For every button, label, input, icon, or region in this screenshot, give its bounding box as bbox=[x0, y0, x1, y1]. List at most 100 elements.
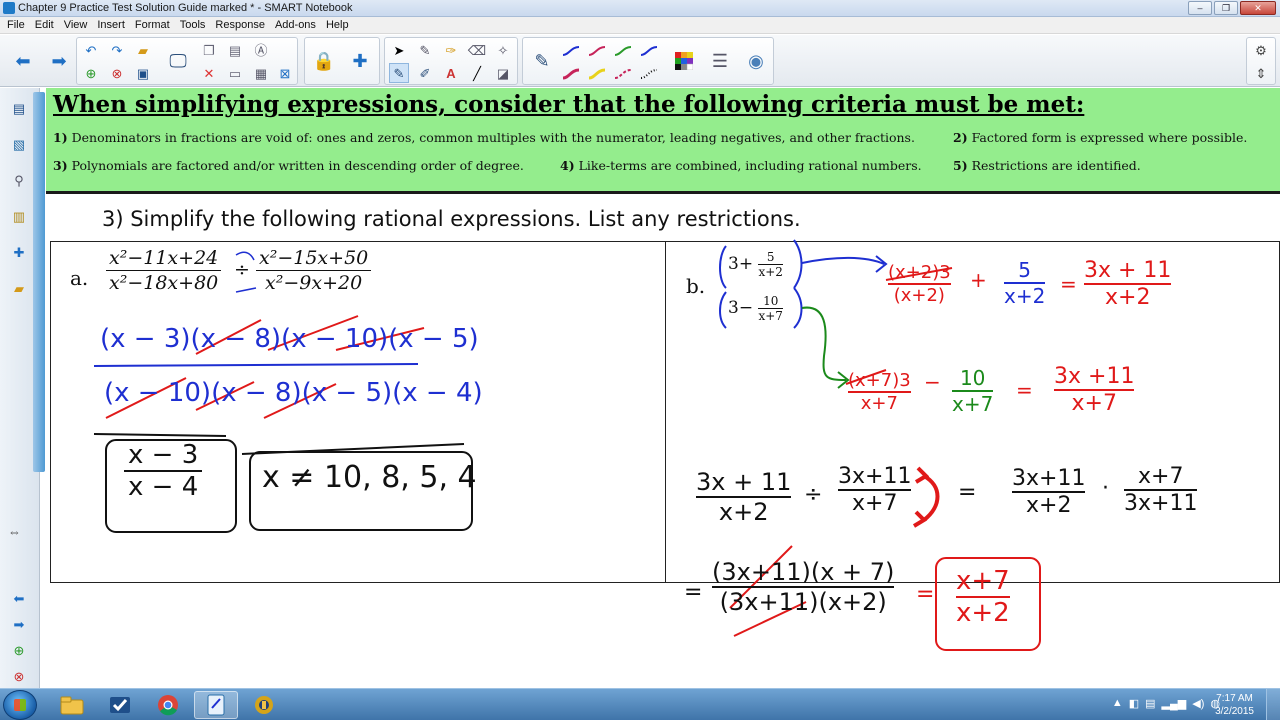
part-b-top-expression: 3+ 5 x+2 bbox=[728, 250, 783, 279]
fill-icon[interactable]: ◪ bbox=[493, 63, 513, 83]
pen-style-magenta-icon[interactable] bbox=[561, 64, 581, 84]
sidebar-delete-page-icon[interactable]: ⊗ bbox=[8, 666, 30, 688]
gallery-icon[interactable]: ▧ bbox=[8, 134, 30, 156]
menu-view[interactable]: View bbox=[59, 19, 93, 31]
screen-shade-icon[interactable]: ▭ bbox=[225, 63, 245, 83]
fullscreen-icon[interactable]: ⊠ bbox=[275, 63, 295, 83]
show-desktop-button[interactable] bbox=[1266, 689, 1280, 720]
properties-icon[interactable]: ▥ bbox=[8, 206, 30, 228]
table-icon[interactable]: ▦ bbox=[251, 63, 271, 83]
menu-edit[interactable]: Edit bbox=[30, 19, 59, 31]
part-b-step4-fraction: (3x+11)(x + 7) (3x+11)(x+2) bbox=[712, 558, 895, 616]
gear-icon[interactable]: ⚙ bbox=[1251, 40, 1271, 60]
addons-icon[interactable]: ✚ bbox=[8, 242, 30, 264]
pen-style-green-icon[interactable] bbox=[613, 41, 633, 61]
part-a-fraction-1: x²−11x+24 x²−18x+80 bbox=[106, 246, 222, 295]
resize-grip-icon[interactable]: ⇔ bbox=[8, 524, 21, 539]
part-b-step4-equals: = bbox=[684, 580, 703, 605]
sidebar-prev-page-icon[interactable]: ⬅ bbox=[8, 588, 30, 610]
part-a-restrictions: x ≠ 10, 8, 5, 4 bbox=[262, 460, 477, 495]
line-width-icon[interactable]: ☰ bbox=[705, 41, 735, 81]
addon-puzzle-icon[interactable]: ✚ bbox=[345, 41, 375, 81]
title-bar: Chapter 9 Practice Test Solution Guide m… bbox=[0, 0, 1280, 17]
eraser-icon[interactable]: ⌫ bbox=[467, 40, 487, 60]
spell-check-icon[interactable]: Ⓐ bbox=[251, 40, 271, 60]
open-folder-icon[interactable]: ▰ bbox=[133, 40, 153, 60]
delete-page-icon[interactable]: ⊗ bbox=[107, 63, 127, 83]
pen-icon[interactable]: ✎ bbox=[415, 40, 435, 60]
add-page-icon[interactable]: ⊕ bbox=[81, 63, 101, 83]
explorer-icon[interactable] bbox=[50, 691, 94, 719]
pen-style-blue-icon[interactable] bbox=[561, 41, 581, 61]
pens-icon[interactable]: ✎ bbox=[389, 63, 409, 83]
transparency-icon[interactable]: ◉ bbox=[741, 41, 771, 81]
line-icon[interactable]: ╱ bbox=[467, 63, 487, 83]
menu-format[interactable]: Format bbox=[130, 19, 175, 31]
pen-style-yellow-icon[interactable] bbox=[587, 64, 607, 84]
checkmark-app-icon[interactable] bbox=[98, 691, 142, 719]
menu-addons[interactable]: Add-ons bbox=[270, 19, 321, 31]
part-a-answer-denominator: x − 4 bbox=[128, 472, 199, 502]
part-b-bracket-top-right bbox=[793, 239, 803, 289]
pen-style-blue-2-icon[interactable] bbox=[639, 41, 659, 61]
tray-expand-icon[interactable]: ▲ bbox=[1112, 697, 1123, 710]
select-arrow-icon[interactable]: ➤ bbox=[389, 40, 409, 60]
file-tools-group: ↶ ↷ ▰ ⊕ ⊗ ▣ 🖵 ❐ ▤ ✕ ▭ Ⓐ ▦ ⊠ bbox=[76, 37, 298, 85]
minimize-button[interactable]: – bbox=[1188, 1, 1212, 15]
move-toolbar-icon[interactable]: ⇕ bbox=[1251, 63, 1271, 83]
tools-group: 🔒 ✚ bbox=[304, 37, 380, 85]
notebook-page[interactable]: When simplifying expressions, consider t… bbox=[46, 88, 1280, 688]
sidebar-next-page-icon[interactable]: ➡ bbox=[8, 614, 30, 636]
next-page-icon[interactable]: ➡ bbox=[44, 41, 74, 81]
menu-insert[interactable]: Insert bbox=[92, 19, 130, 31]
part-b-step4-equals-2: = bbox=[916, 582, 935, 607]
taskbar-clock[interactable]: 7:17 AM 3/2/2015 bbox=[1215, 692, 1254, 718]
maximize-button[interactable]: ❐ bbox=[1214, 1, 1238, 15]
page-sorter-icon[interactable]: ▤ bbox=[8, 98, 30, 120]
tray-app-icon[interactable]: ◧ bbox=[1129, 697, 1139, 710]
part-a-fraction-2: x²−15x+50 x²−9x+20 bbox=[256, 246, 372, 295]
lock-icon[interactable]: 🔒 bbox=[309, 41, 339, 81]
menu-tools[interactable]: Tools bbox=[175, 19, 211, 31]
start-button[interactable] bbox=[3, 690, 37, 720]
sidebar-add-page-icon[interactable]: ⊕ bbox=[8, 640, 30, 662]
chrome-icon[interactable] bbox=[146, 691, 190, 719]
creative-pen-icon[interactable]: ✑ bbox=[441, 40, 461, 60]
menu-help[interactable]: Help bbox=[321, 19, 354, 31]
save-icon[interactable]: ▣ bbox=[133, 63, 153, 83]
part-a-frac2-denominator: x²−9x+20 bbox=[265, 272, 363, 294]
previous-page-icon[interactable]: ⬅ bbox=[8, 41, 38, 81]
part-b-step2-rhs: 10 x+7 bbox=[952, 366, 994, 416]
screen-capture-icon[interactable]: ▤ bbox=[225, 40, 245, 60]
smart-notebook-app-icon bbox=[3, 2, 15, 14]
part-a-work-denominator: (x − 10)(x − 8)(x − 5)(x − 4) bbox=[104, 378, 483, 408]
notebook-icon[interactable] bbox=[194, 691, 238, 719]
lesson-icon[interactable]: ▰ bbox=[8, 278, 30, 300]
display-icon[interactable]: 🖵 bbox=[163, 41, 193, 81]
part-b-swap-arrow bbox=[912, 466, 940, 528]
highlighter-icon[interactable]: ✐ bbox=[415, 63, 435, 83]
sidebar-scroll-strip[interactable] bbox=[33, 92, 45, 472]
menu-response[interactable]: Response bbox=[210, 19, 270, 31]
pen-style-dashed-icon[interactable] bbox=[613, 64, 633, 84]
part-b-step2-equals: = bbox=[1016, 378, 1033, 402]
pen-style-pink-icon[interactable] bbox=[587, 41, 607, 61]
pen-properties-icon[interactable]: ✎ bbox=[527, 41, 557, 81]
text-icon[interactable]: A bbox=[441, 63, 461, 83]
tray-network-icon[interactable]: ▤ bbox=[1145, 697, 1155, 710]
menu-file[interactable]: File bbox=[2, 19, 30, 31]
magic-pen-icon[interactable]: ✧ bbox=[493, 40, 513, 60]
pen-style-dotted-icon[interactable] bbox=[639, 64, 659, 84]
color-palette-icon[interactable] bbox=[669, 41, 699, 81]
redo-icon[interactable]: ↷ bbox=[107, 40, 127, 60]
recorder-icon[interactable] bbox=[242, 691, 286, 719]
undo-icon[interactable]: ↶ bbox=[81, 40, 101, 60]
delete-icon[interactable]: ✕ bbox=[199, 63, 219, 83]
part-b-step3-dot: · bbox=[1102, 476, 1109, 501]
attachments-icon[interactable]: ⚲ bbox=[8, 170, 30, 192]
close-button[interactable]: ✕ bbox=[1240, 1, 1276, 15]
copy-icon[interactable]: ❐ bbox=[199, 40, 219, 60]
tray-volume-icon[interactable]: ◀) bbox=[1192, 697, 1204, 710]
tray-signal-icon[interactable]: ▂▄▆ bbox=[1162, 697, 1187, 710]
windows-taskbar: ▲ ◧ ▤ ▂▄▆ ◀) ◍ 7:17 AM 3/2/2015 bbox=[0, 688, 1280, 720]
